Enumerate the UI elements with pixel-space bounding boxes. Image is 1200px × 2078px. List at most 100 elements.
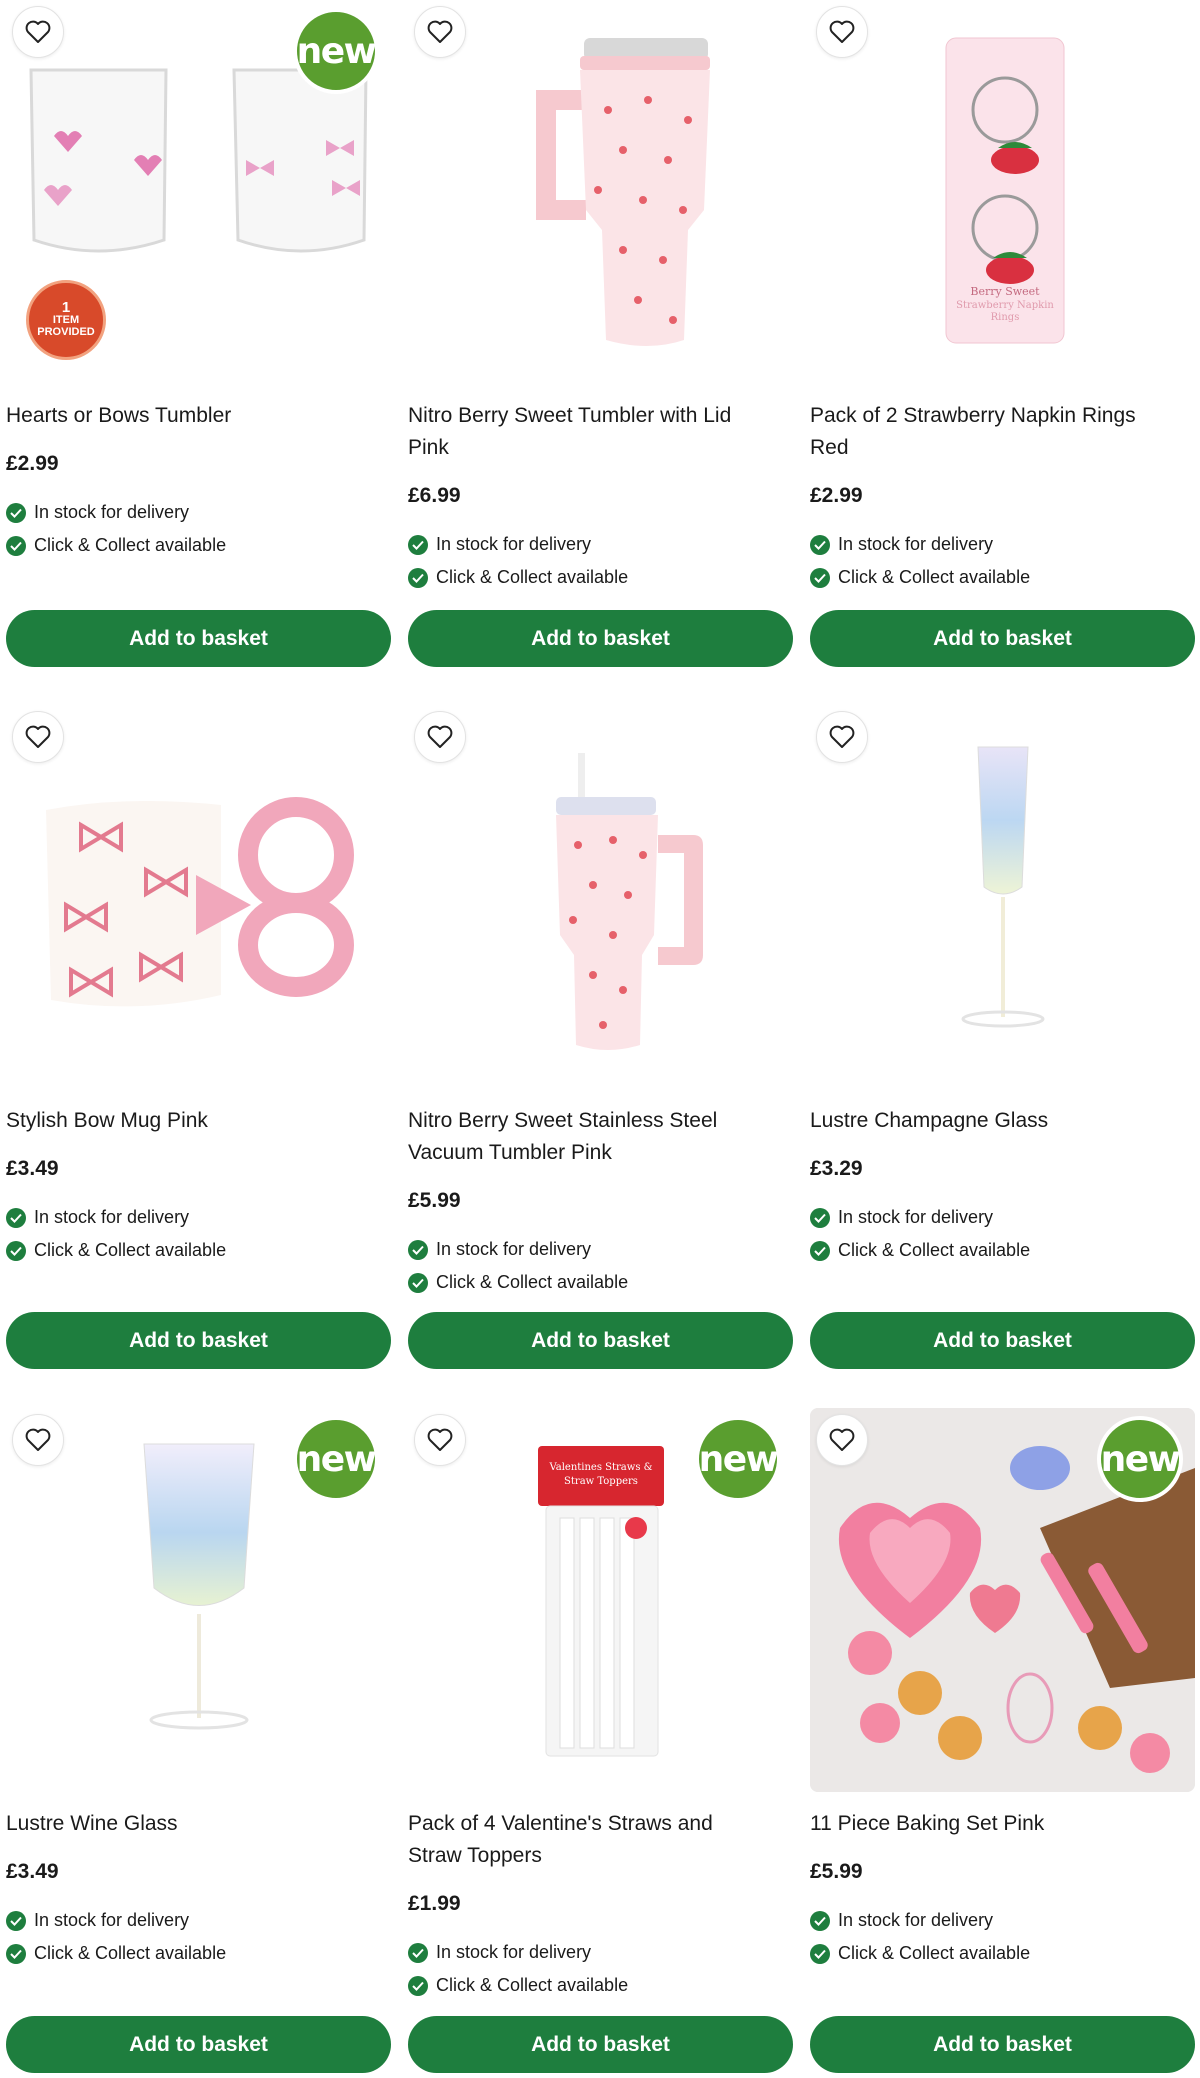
delivery-status: In stock for delivery xyxy=(408,1239,591,1260)
product-image[interactable] xyxy=(408,705,793,1089)
product-title[interactable]: 11 Piece Baking Set Pink xyxy=(810,1808,1170,1840)
wishlist-button[interactable] xyxy=(816,711,868,763)
add-to-basket-button[interactable]: Add to basket xyxy=(6,1312,391,1369)
delivery-text: In stock for delivery xyxy=(838,1207,994,1227)
collect-text: Click & Collect available xyxy=(34,535,227,555)
wishlist-button[interactable] xyxy=(816,6,868,58)
new-badge: new xyxy=(1097,1416,1183,1502)
collect-text: Click & Collect available xyxy=(34,1943,227,1963)
heart-icon xyxy=(427,725,453,748)
delivery-status: In stock for delivery xyxy=(6,1207,189,1228)
product-title[interactable]: Nitro Berry Sweet Tumbler with Lid Pink xyxy=(408,400,768,464)
wishlist-button[interactable] xyxy=(12,711,64,763)
product-image[interactable] xyxy=(408,0,793,384)
check-icon xyxy=(408,1975,428,1996)
item-badge-text: PROVIDED xyxy=(37,326,95,338)
product-title[interactable]: Nitro Berry Sweet Stainless Steel Vacuum… xyxy=(408,1105,768,1169)
check-icon xyxy=(810,1240,830,1261)
check-icon xyxy=(6,1240,26,1261)
delivery-text: In stock for delivery xyxy=(838,1910,994,1930)
product-title[interactable]: Lustre Wine Glass xyxy=(6,1808,366,1840)
check-icon xyxy=(6,1910,26,1931)
new-badge: new xyxy=(695,1416,781,1502)
add-to-basket-button[interactable]: Add to basket xyxy=(6,610,391,667)
product-price: £3.49 xyxy=(6,1157,59,1180)
product-title[interactable]: Pack of 4 Valentine's Straws and Straw T… xyxy=(408,1808,768,1872)
wishlist-button[interactable] xyxy=(414,711,466,763)
check-icon xyxy=(6,1207,26,1228)
wishlist-button[interactable] xyxy=(12,1414,64,1466)
collect-text: Click & Collect available xyxy=(34,1240,227,1260)
check-icon xyxy=(810,1943,830,1964)
product-price: £2.99 xyxy=(6,452,59,475)
svg-text:Strawberry Napkin: Strawberry Napkin xyxy=(956,300,1054,311)
check-icon xyxy=(810,534,830,555)
product-price: £3.29 xyxy=(810,1157,863,1180)
product-image[interactable]: new 1 ITEM PROVIDED xyxy=(6,0,391,384)
product-title[interactable]: Lustre Champagne Glass xyxy=(810,1105,1170,1137)
product-image[interactable] xyxy=(6,705,391,1089)
add-to-basket-button[interactable]: Add to basket xyxy=(6,2016,391,2073)
check-icon xyxy=(408,1239,428,1260)
check-icon xyxy=(6,1943,26,1964)
add-to-basket-button[interactable]: Add to basket xyxy=(810,610,1195,667)
champagne-glass-image xyxy=(961,746,1045,1028)
heart-icon xyxy=(829,725,855,748)
collect-status: Click & Collect available xyxy=(6,1943,226,1964)
collect-status: Click & Collect available xyxy=(6,535,226,556)
tumbler-image xyxy=(536,38,710,346)
check-icon xyxy=(6,502,26,523)
product-image[interactable]: Valentines Straws & Straw Toppers new xyxy=(408,1408,793,1792)
svg-text:Berry Sweet: Berry Sweet xyxy=(970,285,1040,298)
add-to-basket-button[interactable]: Add to basket xyxy=(408,610,793,667)
add-to-basket-button[interactable]: Add to basket xyxy=(810,1312,1195,1369)
heart-icon xyxy=(25,725,51,748)
delivery-status: In stock for delivery xyxy=(6,1910,189,1931)
wishlist-button[interactable] xyxy=(816,1414,868,1466)
collect-text: Click & Collect available xyxy=(436,1272,629,1292)
check-icon xyxy=(408,567,428,588)
product-title[interactable]: Pack of 2 Strawberry Napkin Rings Red xyxy=(810,400,1170,464)
new-badge: new xyxy=(293,8,379,94)
add-to-basket-button[interactable]: Add to basket xyxy=(408,2016,793,2073)
collect-text: Click & Collect available xyxy=(838,567,1031,587)
product-image[interactable] xyxy=(810,705,1195,1089)
collect-status: Click & Collect available xyxy=(810,1943,1030,1964)
wishlist-button[interactable] xyxy=(414,1414,466,1466)
heart-icon xyxy=(427,1428,453,1451)
svg-text:Rings: Rings xyxy=(991,312,1020,323)
wishlist-button[interactable] xyxy=(12,6,64,58)
check-icon xyxy=(408,534,428,555)
delivery-text: In stock for delivery xyxy=(436,1239,592,1259)
check-icon xyxy=(810,1910,830,1931)
svg-text:Straw Toppers: Straw Toppers xyxy=(564,1476,638,1487)
delivery-text: In stock for delivery xyxy=(34,502,190,522)
check-icon xyxy=(408,1942,428,1963)
add-to-basket-button[interactable]: Add to basket xyxy=(810,2016,1195,2073)
collect-text: Click & Collect available xyxy=(838,1943,1031,1963)
delivery-status: In stock for delivery xyxy=(810,534,993,555)
product-title[interactable]: Hearts or Bows Tumbler xyxy=(6,400,366,432)
heart-icon xyxy=(427,20,453,43)
item-provided-badge: 1 ITEM PROVIDED xyxy=(26,280,106,360)
heart-icon xyxy=(25,20,51,43)
add-to-basket-button[interactable]: Add to basket xyxy=(408,1312,793,1369)
product-image[interactable]: Berry Sweet Strawberry Napkin Rings xyxy=(810,0,1195,384)
collect-text: Click & Collect available xyxy=(838,1240,1031,1260)
product-image[interactable]: new xyxy=(6,1408,391,1792)
heart-icon xyxy=(829,20,855,43)
delivery-text: In stock for delivery xyxy=(436,1942,592,1962)
product-price: £6.99 xyxy=(408,484,461,507)
wishlist-button[interactable] xyxy=(414,6,466,58)
product-title[interactable]: Stylish Bow Mug Pink xyxy=(6,1105,366,1137)
product-price: £2.99 xyxy=(810,484,863,507)
product-image[interactable]: new xyxy=(810,1408,1195,1792)
delivery-status: In stock for delivery xyxy=(408,1942,591,1963)
delivery-status: In stock for delivery xyxy=(810,1207,993,1228)
product-price: £3.49 xyxy=(6,1860,59,1883)
delivery-status: In stock for delivery xyxy=(810,1910,993,1931)
delivery-status: In stock for delivery xyxy=(408,534,591,555)
collect-status: Click & Collect available xyxy=(6,1240,226,1261)
collect-status: Click & Collect available xyxy=(810,567,1030,588)
delivery-text: In stock for delivery xyxy=(34,1207,190,1227)
